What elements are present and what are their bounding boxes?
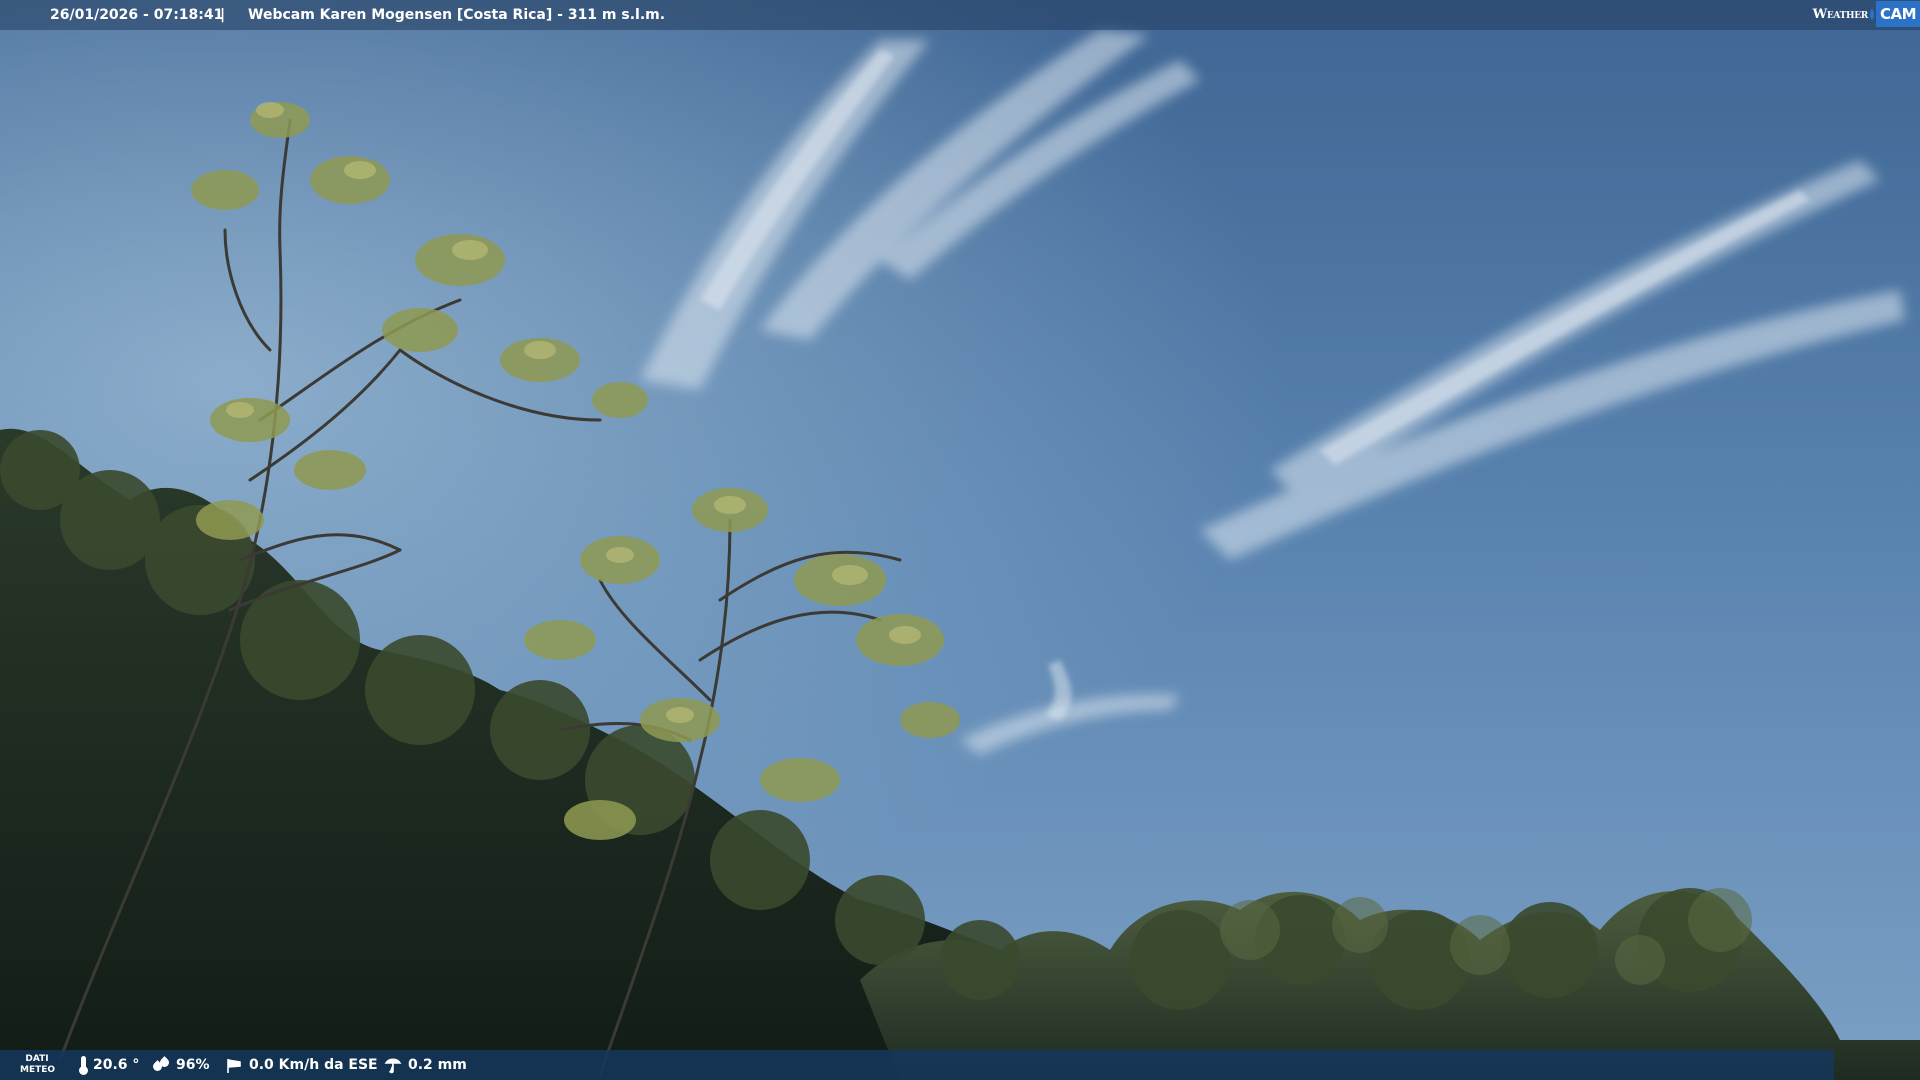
- capture-datetime: 26/01/2026 - 07:18:41: [50, 7, 224, 23]
- meteo-label-line2: METEO: [20, 1065, 56, 1075]
- humidity-drops-icon: [151, 1056, 171, 1073]
- rain-gauge-icon: [384, 1056, 402, 1074]
- humidity-value: 96%: [176, 1057, 210, 1073]
- separator: |: [220, 7, 226, 23]
- wind-reading: 0.0 Km/h da ESE: [225, 1050, 378, 1080]
- webcam-image: [0, 0, 1920, 1080]
- temperature-value: 20.6 °: [93, 1057, 140, 1073]
- wind-sock-icon: [225, 1056, 243, 1074]
- brand-weather-text: Weather: [1812, 6, 1869, 22]
- rain-value: 0.2 mm: [408, 1057, 467, 1073]
- top-info-bar: 26/01/2026 - 07:18:41 | Webcam Karen Mog…: [0, 0, 1920, 30]
- humidity-reading: 96%: [151, 1050, 210, 1080]
- brand-dot-icon: [1869, 8, 1874, 20]
- sky-scene: [0, 0, 1920, 1080]
- weather-data-bar: DATI METEO 20.6 ° 96% 0.0 Km/h da ESE 0.…: [0, 1050, 1834, 1080]
- temperature-reading: 20.6 °: [79, 1050, 140, 1080]
- brand-cam-text: CAM: [1875, 1, 1920, 27]
- meteo-label-line1: DATI: [25, 1054, 49, 1064]
- weathercam-logo: Weather CAM: [1813, 0, 1920, 28]
- wind-value: 0.0 Km/h da ESE: [249, 1057, 378, 1073]
- rain-reading: 0.2 mm: [384, 1050, 467, 1080]
- webcam-caption: Webcam Karen Mogensen [Costa Rica] - 311…: [248, 7, 666, 23]
- meteo-label: DATI METEO: [20, 1054, 56, 1076]
- thermometer-icon: [79, 1056, 88, 1075]
